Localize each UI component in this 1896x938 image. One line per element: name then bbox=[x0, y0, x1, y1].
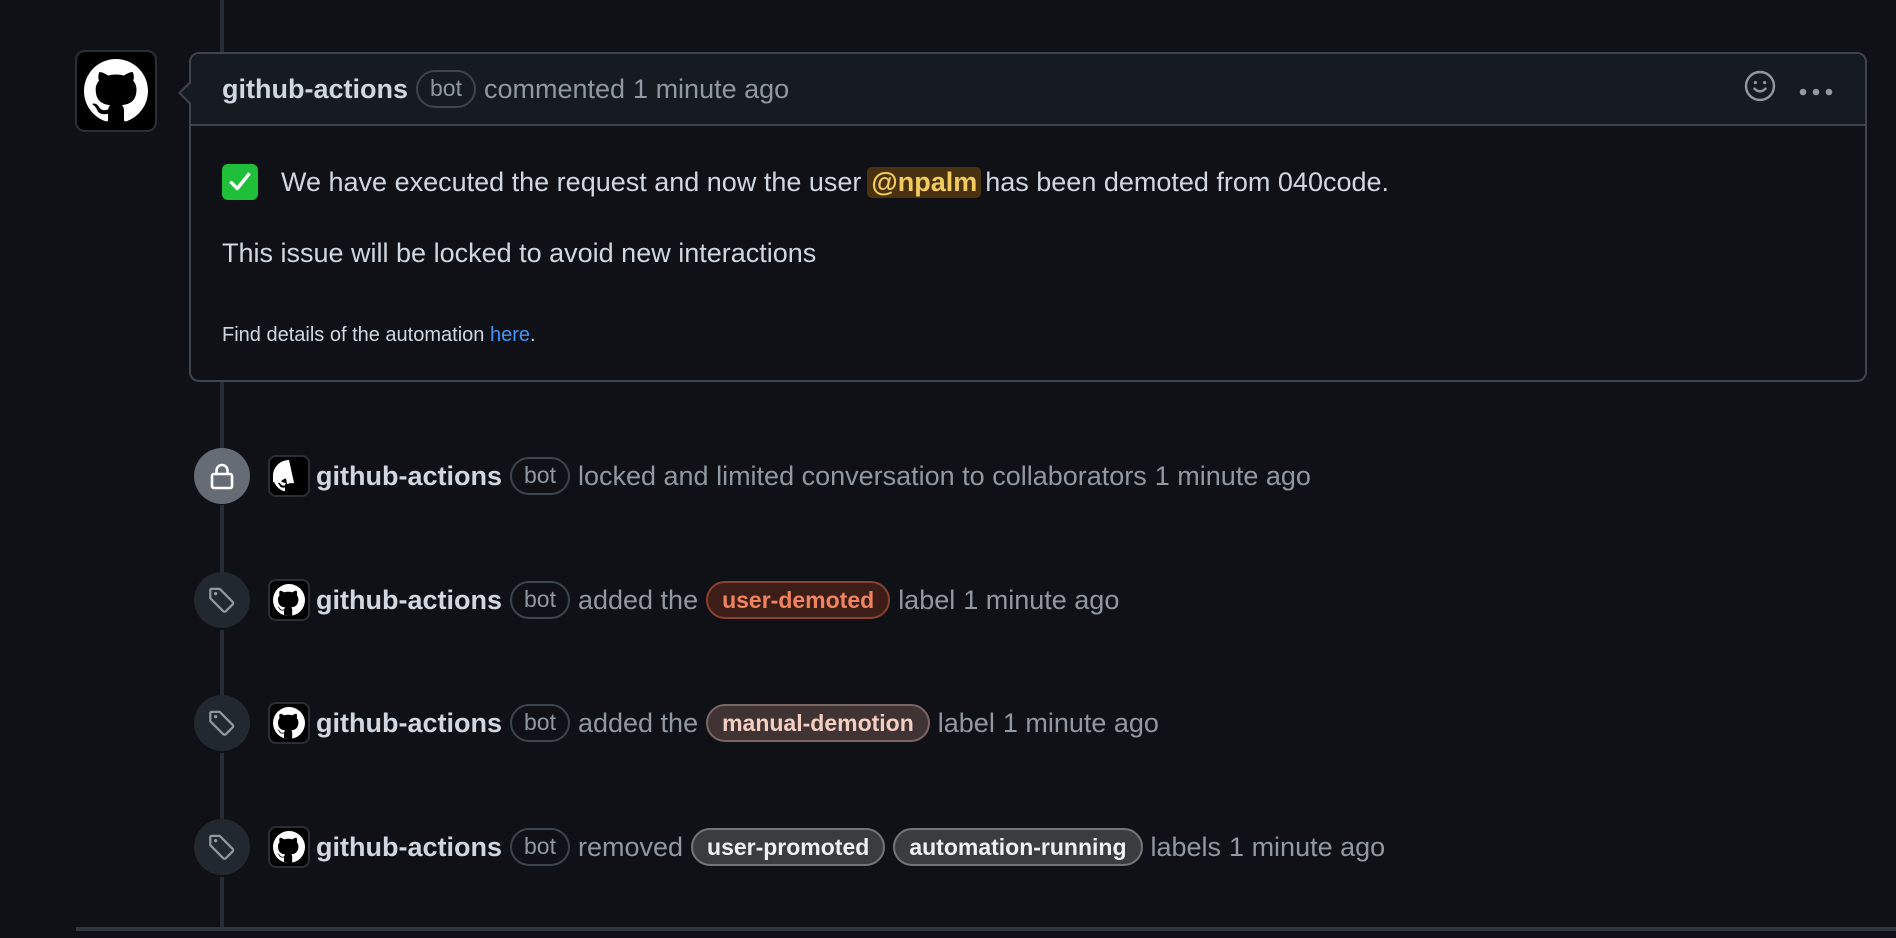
comment-line-result: We have executed the request and now the… bbox=[222, 164, 1389, 200]
user-mention-link[interactable]: @npalm bbox=[867, 166, 982, 198]
result-text-suffix: has been demoted from 040code. bbox=[985, 166, 1390, 197]
bot-badge: bot bbox=[509, 457, 570, 495]
timeline-end-divider bbox=[76, 927, 1896, 931]
lock-icon bbox=[210, 463, 234, 490]
tag-icon bbox=[209, 710, 235, 736]
event-description-suffix: label bbox=[937, 707, 995, 738]
lock-notice-text: This issue will be locked to avoid new i… bbox=[222, 238, 817, 268]
label-user-demoted[interactable]: user-demoted bbox=[706, 581, 891, 619]
comment-author-link[interactable]: github-actions bbox=[222, 74, 408, 105]
github-mark-icon bbox=[273, 707, 305, 739]
footer-text: Find details of the automation bbox=[222, 324, 485, 346]
smiley-icon bbox=[1744, 70, 1776, 101]
bot-badge: bot bbox=[509, 581, 570, 619]
event-author-link[interactable]: github-actions bbox=[316, 832, 502, 863]
timeline-line bbox=[220, 382, 224, 448]
event-badge bbox=[194, 819, 250, 875]
event-timestamp[interactable]: 1 minute ago bbox=[1229, 832, 1385, 863]
result-text-prefix: We have executed the request and now the… bbox=[281, 166, 862, 197]
comment-timestamp[interactable]: 1 minute ago bbox=[633, 74, 789, 105]
comment-options-button[interactable] bbox=[1798, 74, 1834, 105]
timeline-line bbox=[220, 505, 224, 572]
comment-author-avatar[interactable] bbox=[75, 50, 157, 132]
automation-details-link[interactable]: here bbox=[490, 324, 530, 346]
event-description: removed bbox=[577, 831, 684, 862]
footer-period: . bbox=[529, 324, 536, 346]
kebab-horizontal-icon bbox=[1799, 88, 1833, 95]
github-mark-icon bbox=[273, 460, 295, 492]
event-description: locked and limited conversation to colla… bbox=[577, 460, 1147, 491]
timeline-line bbox=[220, 630, 224, 695]
automation-footer: Find details of the automation here. bbox=[222, 324, 536, 347]
github-mark-icon bbox=[273, 584, 305, 616]
bot-badge: bot bbox=[509, 704, 570, 742]
timeline-event-labels-removed: github-actions bot removed user-promoted… bbox=[194, 819, 1385, 875]
event-author-avatar[interactable] bbox=[268, 702, 310, 744]
event-badge bbox=[194, 448, 250, 504]
event-description: added the bbox=[577, 584, 699, 615]
timeline-line bbox=[220, 753, 224, 819]
bot-badge: bot bbox=[509, 828, 570, 866]
timeline-line bbox=[220, 877, 224, 927]
comment-card: github-actions bot commented 1 minute ag… bbox=[178, 52, 1867, 382]
event-author-link[interactable]: github-actions bbox=[316, 461, 502, 492]
tag-icon bbox=[209, 587, 235, 613]
event-timestamp[interactable]: 1 minute ago bbox=[1003, 708, 1159, 739]
timeline-event-label-added: github-actions bot added the user-demote… bbox=[194, 572, 1119, 628]
label-manual-demotion[interactable]: manual-demotion bbox=[706, 704, 930, 742]
event-timestamp[interactable]: 1 minute ago bbox=[1155, 461, 1311, 492]
tag-icon bbox=[209, 834, 235, 860]
event-badge bbox=[194, 695, 250, 751]
white-check-mark-icon bbox=[222, 164, 258, 200]
event-description-suffix: labels bbox=[1150, 831, 1222, 862]
event-author-avatar[interactable] bbox=[268, 826, 310, 868]
label-automation-running[interactable]: automation-running bbox=[893, 828, 1143, 866]
add-reaction-button[interactable] bbox=[1744, 70, 1776, 109]
github-mark-icon bbox=[84, 59, 148, 122]
card-pointer bbox=[178, 80, 192, 106]
event-description-suffix: label bbox=[898, 584, 956, 615]
timeline-line bbox=[220, 0, 224, 52]
event-badge bbox=[194, 572, 250, 628]
event-timestamp[interactable]: 1 minute ago bbox=[963, 585, 1119, 616]
github-mark-icon bbox=[273, 831, 305, 863]
bot-badge: bot bbox=[415, 70, 476, 108]
comment-header: github-actions bot commented 1 minute ag… bbox=[191, 54, 1865, 126]
event-author-link[interactable]: github-actions bbox=[316, 708, 502, 739]
timeline-event-label-added: github-actions bot added the manual-demo… bbox=[194, 695, 1159, 751]
event-description: added the bbox=[577, 707, 699, 738]
comment-action: commented bbox=[483, 73, 626, 104]
label-user-promoted[interactable]: user-promoted bbox=[691, 828, 886, 866]
timeline-event-locked: github-actions bot locked and limited co… bbox=[194, 448, 1311, 504]
event-author-avatar[interactable] bbox=[268, 455, 310, 497]
event-author-link[interactable]: github-actions bbox=[316, 585, 502, 616]
event-author-avatar[interactable] bbox=[268, 579, 310, 621]
